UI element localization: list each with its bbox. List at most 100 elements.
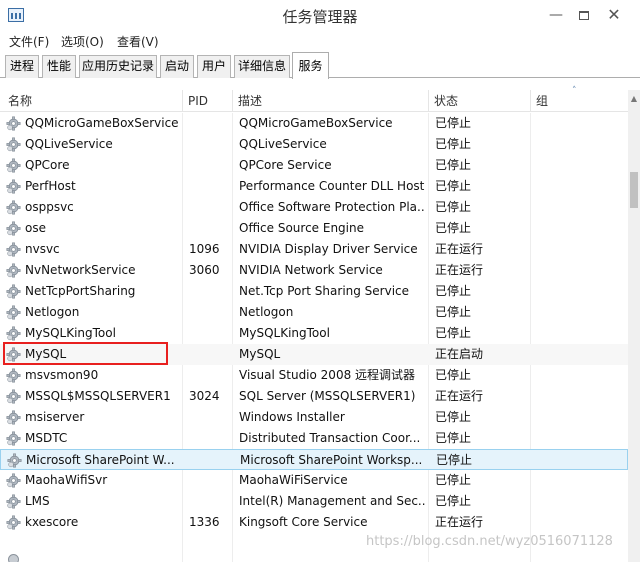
close-button[interactable]: ✕ — [602, 4, 626, 26]
tab-performance[interactable]: 性能 — [42, 55, 76, 78]
service-row[interactable]: Netlogon Netlogon 已停止 — [0, 302, 628, 323]
service-row[interactable]: MySQLKingTool MySQLKingTool 已停止 — [0, 323, 628, 344]
service-gear-icon — [6, 200, 21, 215]
column-group[interactable]: 组 — [532, 90, 628, 112]
service-row[interactable]: MSDTC Distributed Transaction Coor... 已停止 — [0, 428, 628, 449]
minimize-button[interactable]: — — [544, 4, 568, 26]
service-pid — [189, 428, 229, 449]
service-description: Windows Installer — [239, 410, 345, 424]
vertical-scrollbar[interactable]: ▲ — [628, 90, 640, 562]
service-gear-icon — [6, 326, 21, 341]
tab-users[interactable]: 用户 — [197, 55, 231, 78]
column-name[interactable]: 名称 — [4, 90, 182, 112]
service-row[interactable]: QQMicroGameBoxService QQMicroGameBoxServi… — [0, 113, 628, 134]
service-status: 已停止 — [435, 326, 472, 340]
column-description[interactable]: 描述 — [234, 90, 428, 112]
service-status: 已停止 — [435, 494, 472, 508]
service-description: NVIDIA Network Service — [239, 263, 383, 277]
service-description: Visual Studio 2008 远程调试器 — [239, 368, 416, 382]
service-row[interactable]: PerfHost Performance Counter DLL Host 已停止 — [0, 176, 628, 197]
service-row[interactable]: QQLiveService QQLiveService 已停止 — [0, 134, 628, 155]
service-pid — [189, 155, 229, 176]
tab-startup[interactable]: 启动 — [160, 55, 194, 78]
service-row[interactable]: MSSQL$MSSQLSERVER1 3024 SQL Server (MSSQLS… — [0, 386, 628, 407]
maximize-button[interactable] — [572, 4, 596, 26]
service-row[interactable]: kxescore 1336 Kingsoft Core Service 正在运行 — [0, 512, 628, 533]
service-gear-icon — [6, 137, 21, 152]
service-pid — [189, 281, 229, 302]
service-description: QQLiveService — [239, 137, 327, 151]
service-row[interactable]: MaohaWifiSvr MaohaWiFiService 已停止 — [0, 470, 628, 491]
annotation-highlight — [3, 342, 168, 365]
service-row[interactable]: LMS Intel(R) Management and Sec... 已停止 — [0, 491, 628, 512]
tab-details[interactable]: 详细信息 — [234, 55, 290, 78]
service-gear-icon — [6, 116, 21, 131]
service-description: Netlogon — [239, 305, 294, 319]
tab-processes[interactable]: 进程 — [5, 55, 39, 78]
service-row[interactable]: msiserver Windows Installer 已停止 — [0, 407, 628, 428]
service-gear-icon — [6, 221, 21, 236]
service-description: QPCore Service — [239, 158, 332, 172]
menu-view[interactable]: 查看(V) — [117, 33, 159, 50]
service-status: 已停止 — [435, 158, 472, 172]
service-description: SQL Server (MSSQLSERVER1) — [239, 389, 416, 403]
service-description: QQMicroGameBoxService — [239, 116, 393, 130]
service-name: kxescore — [25, 515, 79, 529]
service-name: msiserver — [25, 410, 85, 424]
service-status: 已停止 — [435, 116, 472, 130]
service-row[interactable]: NetTcpPortSharing Net.Tcp Port Sharing Se… — [0, 281, 628, 302]
service-gear-icon — [6, 368, 21, 383]
service-row[interactable]: msvsmon90 Visual Studio 2008 远程调试器 已停止 — [0, 365, 628, 386]
service-gear-icon — [6, 431, 21, 446]
service-status: 正在运行 — [435, 515, 484, 529]
service-name: QPCore — [25, 158, 70, 172]
service-name: MSDTC — [25, 431, 68, 445]
service-row[interactable]: ose Office Source Engine 已停止 — [0, 218, 628, 239]
service-pid — [189, 491, 229, 512]
service-gear-icon — [6, 263, 21, 278]
service-description: Net.Tcp Port Sharing Service — [239, 284, 410, 298]
service-row[interactable]: nvsvc 1096 NVIDIA Display Driver Service 正在… — [0, 239, 628, 260]
service-description: NVIDIA Display Driver Service — [239, 242, 418, 256]
service-name: nvsvc — [25, 242, 60, 256]
service-pid — [189, 134, 229, 155]
column-status[interactable]: 状态 — [430, 90, 530, 112]
service-description: Performance Counter DLL Host — [239, 179, 425, 193]
service-gear-icon — [6, 389, 21, 404]
watermark: https://blog.csdn.net/wyz0516071128 — [366, 534, 613, 549]
service-description: MaohaWiFiService — [239, 473, 348, 487]
tab-services[interactable]: 服务 — [292, 52, 329, 79]
service-name: Microsoft SharePoint W... — [26, 453, 175, 467]
service-name: Netlogon — [25, 305, 80, 319]
tab-app-history[interactable]: 应用历史记录 — [79, 55, 157, 78]
service-gear-icon — [6, 515, 21, 530]
service-gear-icon — [6, 494, 21, 509]
column-pid[interactable]: PID — [184, 90, 232, 112]
tab-strip: 进程 性能 应用历史记录 启动 用户 详细信息 服务 — [0, 52, 640, 79]
service-row[interactable]: Microsoft SharePoint W... Microsoft Share… — [0, 449, 628, 470]
scroll-thumb[interactable] — [630, 172, 638, 208]
menu-file[interactable]: 文件(F) — [9, 33, 49, 50]
scroll-up-icon[interactable]: ▲ — [628, 94, 640, 104]
service-name: NetTcpPortSharing — [25, 284, 136, 298]
services-list: QQMicroGameBoxService QQMicroGameBoxServi… — [0, 113, 628, 562]
menu-bar: 文件(F) 选项(O) 查看(V) — [0, 31, 640, 51]
service-name: LMS — [25, 494, 50, 508]
service-status: 正在运行 — [435, 242, 484, 256]
service-row[interactable]: osppsvc Office Software Protection Pla...… — [0, 197, 628, 218]
service-gear-icon — [6, 179, 21, 194]
service-pid: 3060 — [189, 263, 220, 277]
service-row[interactable]: NvNetworkService 3060 NVIDIA Network Servi… — [0, 260, 628, 281]
service-row[interactable]: QPCore QPCore Service 已停止 — [0, 155, 628, 176]
service-name: NvNetworkService — [25, 263, 136, 277]
service-gear-icon — [6, 305, 21, 320]
service-pid: 1096 — [189, 242, 220, 256]
service-description: Kingsoft Core Service — [239, 515, 368, 529]
menu-options[interactable]: 选项(O) — [61, 33, 104, 50]
service-status: 已停止 — [435, 431, 472, 445]
service-gear-icon — [6, 410, 21, 425]
service-name: MSSQL$MSSQLSERVER1 — [25, 389, 171, 403]
service-description: Office Software Protection Pla... — [239, 200, 425, 214]
service-name: MaohaWifiSvr — [25, 473, 108, 487]
service-gear-icon — [7, 453, 22, 468]
